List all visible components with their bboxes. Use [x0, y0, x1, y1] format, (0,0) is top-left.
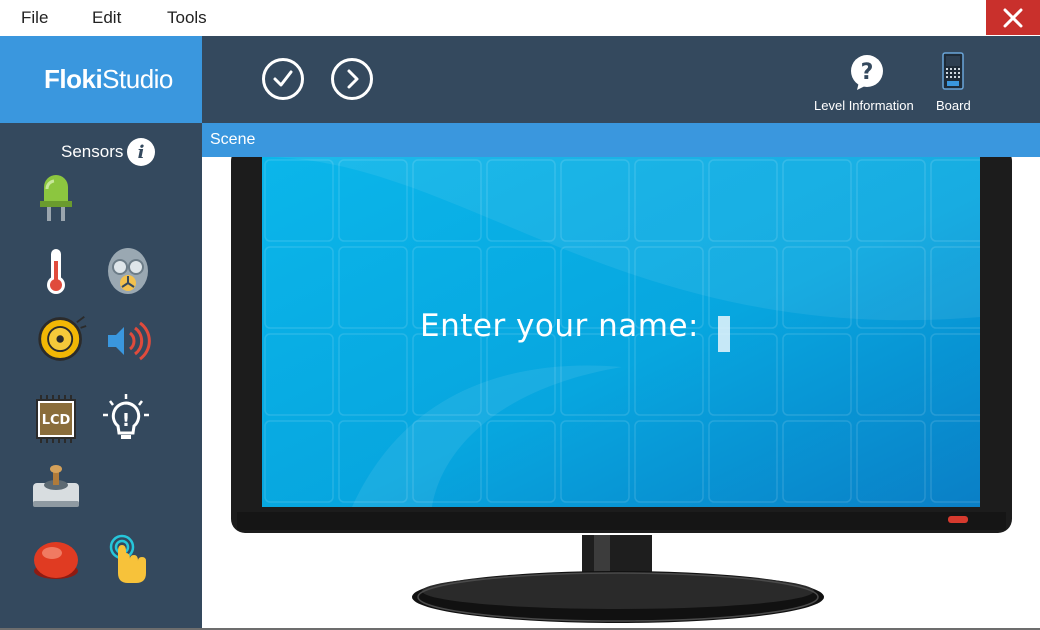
app-logo-area: FlokiStudio: [0, 36, 202, 123]
push-button-icon[interactable]: [30, 533, 82, 585]
question-bubble-icon: ?: [851, 55, 883, 90]
menu-file[interactable]: File: [21, 8, 48, 28]
svg-text:?: ?: [861, 60, 874, 85]
info-icon[interactable]: i: [127, 138, 155, 166]
buzzer-bell-icon[interactable]: [36, 313, 88, 365]
level-information-button[interactable]: ? Level Information: [814, 36, 918, 123]
logo-bold-text: Floki: [44, 64, 103, 94]
led-icon[interactable]: [30, 173, 82, 225]
sensors-sidebar: Sensors i LCD !: [0, 123, 202, 630]
app-logo: FlokiStudio: [44, 64, 173, 95]
board-button[interactable]: Board: [932, 36, 976, 123]
logo-light-text: Studio: [102, 64, 173, 94]
check-circle-icon: [273, 70, 293, 87]
menu-edit[interactable]: Edit: [92, 8, 121, 28]
gas-sensor-icon[interactable]: [102, 245, 154, 297]
thermometer-icon[interactable]: [30, 245, 82, 297]
lcd-icon[interactable]: LCD: [30, 393, 82, 445]
light-bulb-icon[interactable]: !: [100, 393, 152, 445]
run-check-button[interactable]: [262, 58, 304, 100]
board-icon: [942, 52, 964, 90]
scene-canvas: [202, 157, 1040, 630]
close-button[interactable]: [986, 0, 1040, 35]
next-button[interactable]: [331, 58, 373, 100]
text-cursor[interactable]: [718, 316, 730, 352]
touch-sensor-icon[interactable]: [102, 533, 154, 585]
sensors-title: Sensors: [61, 142, 124, 161]
svg-text:!: !: [122, 410, 130, 431]
name-prompt: Enter your name:: [420, 308, 699, 344]
svg-text:LCD: LCD: [42, 413, 71, 428]
board-label: Board: [936, 98, 971, 113]
scene-header: Scene: [202, 123, 1040, 157]
joystick-icon[interactable]: [30, 461, 82, 513]
menu-bar: File Edit Tools: [0, 0, 1040, 36]
speaker-icon[interactable]: [102, 315, 154, 367]
toolbar: ? Level Information Board: [202, 36, 1040, 123]
monitor-illustration: [231, 157, 1012, 623]
menu-tools[interactable]: Tools: [167, 8, 207, 28]
level-information-label: Level Information: [814, 98, 914, 113]
chevron-right-circle-icon: [347, 69, 359, 89]
scene-label: Scene: [210, 131, 256, 148]
close-icon: [1003, 8, 1023, 27]
